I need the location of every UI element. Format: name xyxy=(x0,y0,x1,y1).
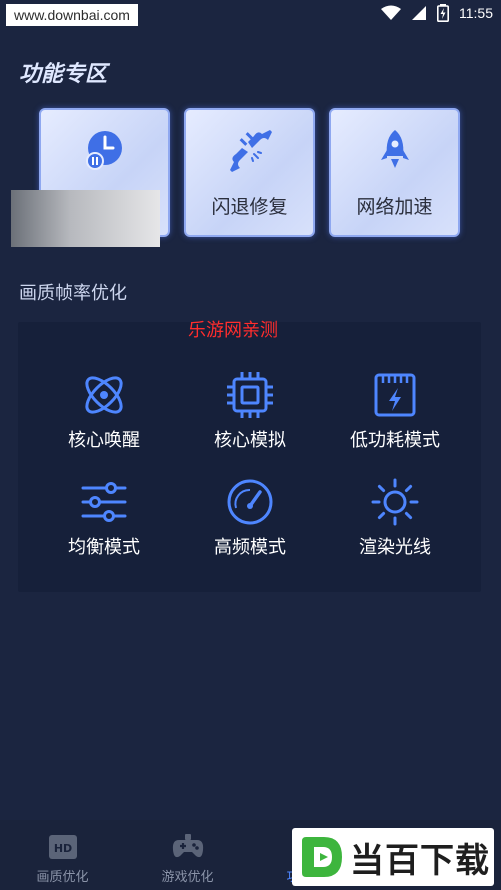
sliders-icon xyxy=(81,482,127,522)
signal-icon xyxy=(412,6,426,20)
status-time: 11:55 xyxy=(459,5,493,21)
mode-label: 核心模拟 xyxy=(214,430,286,451)
status-icons: 11:55 xyxy=(381,2,493,24)
mode-balanced[interactable]: 均衡模式 xyxy=(34,477,174,559)
panel-watermark: 乐游网亲测 xyxy=(188,320,278,341)
nav-label: 游戏优化 xyxy=(161,870,214,885)
atom-icon xyxy=(85,376,123,414)
mode-label: 均衡模式 xyxy=(68,537,140,558)
battery-icon xyxy=(437,4,449,22)
corner-logo-watermark: 当百下载 xyxy=(292,828,494,886)
feature-card-label: 闪退修复 xyxy=(211,196,288,218)
logo-text: 当百下载 xyxy=(350,840,490,881)
sub-section-title: 画质帧率优化 xyxy=(19,283,127,304)
section-title: 功能专区 xyxy=(19,62,108,87)
speedometer-icon xyxy=(227,479,273,525)
mode-label: 渲染光线 xyxy=(359,537,431,558)
chip-icon xyxy=(227,372,273,418)
mode-core-wake[interactable]: 核心唤醒 xyxy=(34,370,174,452)
wifi-icon xyxy=(381,5,401,20)
rocket-icon xyxy=(380,130,409,168)
blurred-overlay xyxy=(11,190,160,247)
nav-label: 画质优化 xyxy=(36,870,89,885)
svg-text:HD: HD xyxy=(53,842,71,855)
mode-label: 核心唤醒 xyxy=(68,430,140,451)
feature-card-label: 网络加速 xyxy=(356,196,433,218)
hd-icon: HD xyxy=(48,835,77,859)
sun-icon xyxy=(371,478,419,526)
mode-ray-render[interactable]: 渲染光线 xyxy=(325,477,465,559)
gamepad-icon xyxy=(172,834,203,858)
mode-core-simulate[interactable]: 核心模拟 xyxy=(180,370,320,452)
feature-card-crash-fix[interactable]: 闪退修复 xyxy=(184,108,315,237)
nav-item-game[interactable]: 游戏优化 xyxy=(125,820,250,890)
clock-icon xyxy=(85,131,122,170)
mode-label: 高频模式 xyxy=(214,537,286,558)
mode-low-power[interactable]: 低功耗模式 xyxy=(325,370,465,452)
mode-label: 低功耗模式 xyxy=(350,430,440,451)
nav-item-quality[interactable]: HD 画质优化 xyxy=(0,820,125,890)
plug-icon xyxy=(229,130,272,172)
logo-d-icon xyxy=(302,837,342,877)
status-bar: www.downbai.com 11:55 xyxy=(0,0,501,28)
battery-bolt-icon xyxy=(374,373,416,417)
feature-card-network-boost[interactable]: 网络加速 xyxy=(329,108,460,237)
watermark-url: www.downbai.com xyxy=(6,4,138,26)
mode-high-frequency[interactable]: 高频模式 xyxy=(180,477,320,559)
